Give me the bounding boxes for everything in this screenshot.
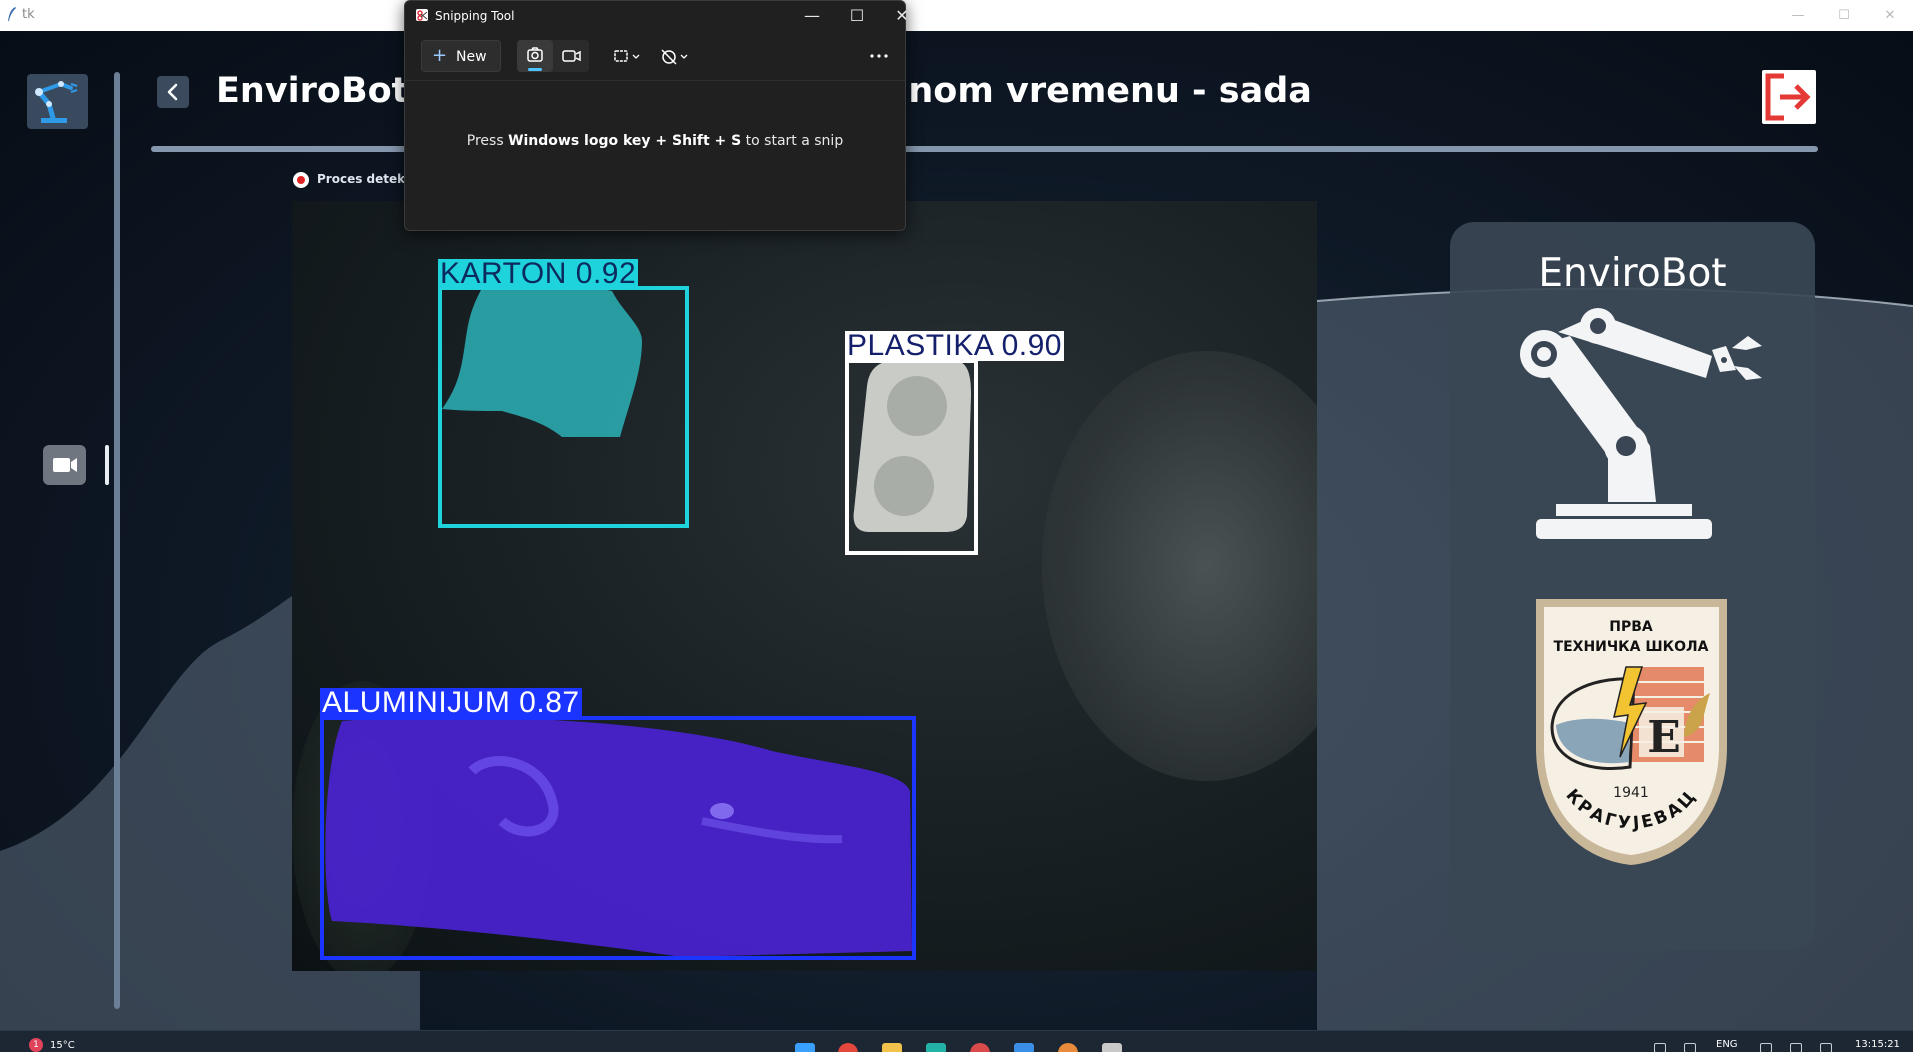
language-indicator[interactable]: ENG [1716,1039,1738,1050]
snip-toolbar-divider [405,80,905,81]
new-snip-label: New [456,49,487,65]
rectangle-snip-icon [614,50,640,62]
logout-button[interactable] [1762,70,1816,124]
taskbar-clock[interactable]: 13:15:21 [1855,1039,1900,1050]
snip-hint-keys: Windows logo key + Shift + S [508,133,742,149]
detection-box-aluminijum [320,716,916,960]
tray-icon[interactable] [1654,1043,1666,1052]
active-nav-indicator [105,445,109,485]
file-explorer-icon[interactable] [882,1043,902,1052]
snipping-tool-window[interactable]: Snipping Tool — ☐ ✕ + New Press Windows … [404,0,909,231]
video-icon [562,50,581,62]
robot-logo-icon [35,81,78,123]
snip-hint-prefix: Press [466,133,509,149]
brand-title: EnviroBot [1538,251,1727,296]
detection-label-aluminijum: ALUMINIJUM 0.87 [320,686,582,719]
more-icon [870,54,888,58]
vscode-icon[interactable] [1014,1043,1034,1052]
emblem-year: 1941 [1613,785,1649,801]
detection-label-plastika: PLASTIKA 0.90 [845,329,1064,362]
detection-box-karton [438,286,689,528]
camera-nav-button[interactable] [43,445,86,485]
battery-icon[interactable] [1820,1043,1832,1052]
capture-mode-toggle [517,40,589,72]
snip-more-options-button[interactable] [863,40,895,72]
screenshot-mode-button[interactable] [517,40,553,72]
logout-icon [1765,73,1811,121]
school-emblem: ПРВА ТЕХНИЧКА ШКОЛА E 1941 КРАГУЈЕВАЦ [1536,599,1727,865]
minimize-icon[interactable]: — [1775,0,1821,31]
notification-badge[interactable]: 1 [29,1038,43,1052]
snipping-tool-title: Snipping Tool [435,9,515,23]
back-button[interactable] [157,76,189,108]
video-mode-button[interactable] [553,40,589,72]
volume-icon[interactable] [1790,1043,1802,1052]
chevron-left-icon [167,83,178,101]
emblem-top-text: ПРВА [1609,619,1653,635]
background-object [1042,351,1317,781]
sidebar-divider [114,72,120,1009]
emblem-school-name: ТЕХНИЧКА ШКОЛА [1554,639,1709,655]
header-divider [151,146,1818,152]
brand-panel: EnviroBot ПРВА ТЕХНИЧКА ШКОЛА E 1941 КРА… [1450,222,1815,950]
robot-arm-icon [1520,308,1762,539]
maximize-icon[interactable]: ☐ [1821,0,1867,31]
weather-widget[interactable]: 15°C [50,1040,75,1051]
feather-icon [8,7,16,21]
network-icon[interactable] [1684,1043,1696,1052]
new-snip-button[interactable]: + New [421,40,501,72]
snip-hint-suffix: to start a snip [741,133,844,149]
active-mode-indicator [528,68,542,71]
window-title: tk [22,7,35,22]
plus-icon: + [432,45,448,66]
snip-close-icon[interactable]: ✕ [882,4,922,28]
app-logo[interactable] [27,74,88,129]
app-window: EnviroBot - Detekcija otpada u realnom v… [0,31,1913,1030]
chrome-icon[interactable] [970,1043,990,1052]
taskbar: 1 15°C ENG 13:15:21 [0,1030,1913,1052]
camera-feed: KARTON 0.92 PLASTIKA 0.90 ALUMINIJUM 0.8… [292,201,1317,971]
snip-shape-dropdown[interactable] [608,40,648,72]
snipping-tool-icon [416,9,428,21]
os-title-bar: tk — ☐ ✕ [0,0,1913,31]
detection-box-plastika [845,359,978,555]
app-icon[interactable] [1058,1043,1078,1052]
video-camera-icon [53,458,77,472]
detection-label-karton: KARTON 0.92 [438,257,639,290]
snip-minimize-icon[interactable]: — [792,4,832,28]
recording-indicator-icon [293,172,309,188]
close-icon[interactable]: ✕ [1867,0,1913,31]
snip-hint: Press Windows logo key + Shift + S to st… [405,133,905,149]
snipping-tool-taskbar-icon[interactable] [1102,1043,1122,1052]
browser-icon[interactable] [838,1043,858,1052]
emblem-letter: E [1647,712,1681,763]
display-icon[interactable] [1760,1043,1772,1052]
app-icon[interactable] [926,1043,946,1052]
timer-off-icon [661,49,688,65]
start-icon[interactable] [795,1043,815,1052]
snip-delay-dropdown[interactable] [655,40,695,72]
snip-maximize-icon[interactable]: ☐ [837,4,877,28]
